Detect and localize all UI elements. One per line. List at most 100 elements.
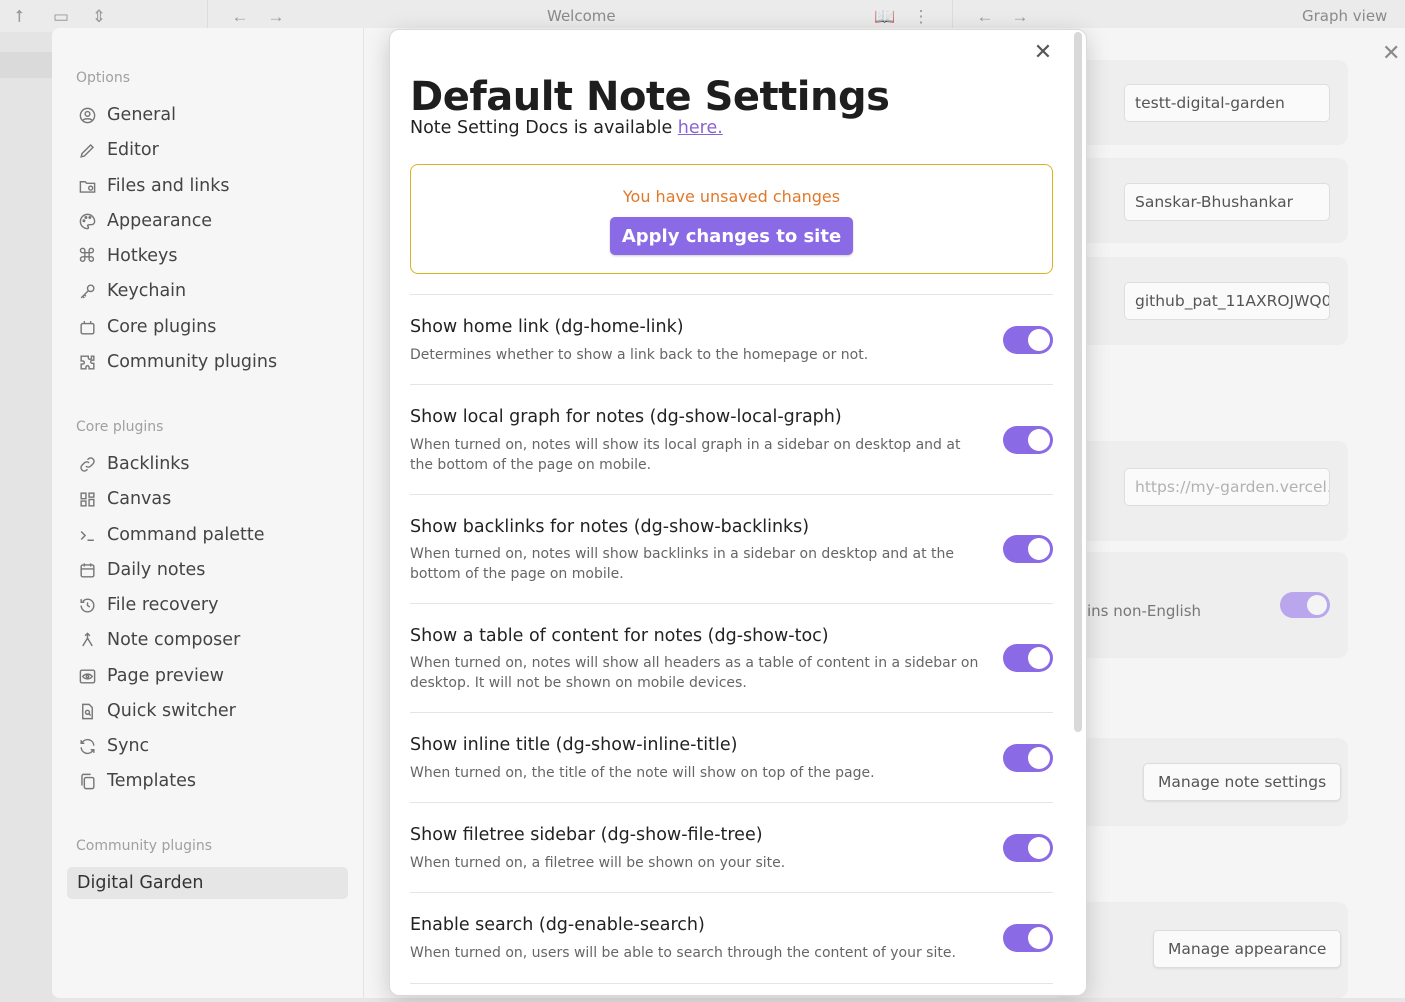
refresh-icon (77, 736, 97, 756)
pencil-icon (77, 140, 97, 160)
setting-row-inline-title: Show inline title (dg-show-inline-title)… (410, 712, 1053, 802)
calendar-icon (77, 560, 97, 580)
sidebar-item-backlinks[interactable]: Backlinks (67, 448, 348, 480)
scrollbar[interactable] (1074, 32, 1082, 732)
sidebar-item-digital-garden[interactable]: Digital Garden (67, 867, 348, 899)
sidebar-toggle-icon[interactable]: ▭ (50, 6, 72, 28)
close-icon[interactable]: ✕ (1031, 40, 1055, 64)
grid-icon (77, 489, 97, 509)
key-icon (77, 281, 97, 301)
sidebar-item-core-plugins[interactable]: Core plugins (67, 311, 348, 343)
sidebar-item-label: Backlinks (107, 454, 190, 474)
setting-description: When turned on, the title of the note wi… (410, 765, 875, 781)
default-note-settings-modal: ✕ Default Note Settings Note Setting Doc… (389, 29, 1087, 996)
enable-search-toggle[interactable] (1003, 924, 1053, 952)
sidebar-item-appearance[interactable]: Appearance (67, 205, 348, 237)
base-url-input[interactable]: https://my-garden.vercel.a (1124, 468, 1330, 506)
sidebar-item-canvas[interactable]: Canvas (67, 483, 348, 515)
expand-icon[interactable]: ⇕ (88, 6, 110, 28)
forward-arrow-icon[interactable]: → (265, 6, 287, 28)
setting-row-home-link: Show home link (dg-home-link) Determines… (410, 294, 1053, 384)
sidebar-item-label: File recovery (107, 595, 219, 615)
sidebar-item-general[interactable]: General (67, 99, 348, 131)
more-options-icon[interactable]: ⋮ (910, 6, 932, 28)
sidebar-item-hotkeys[interactable]: ⌘ Hotkeys (67, 240, 348, 272)
user-circle-icon (77, 105, 97, 125)
setting-row-backlinks: Show backlinks for notes (dg-show-backli… (410, 494, 1053, 603)
core-plugins-heading: Core plugins (76, 419, 164, 435)
sidebar-item-community-plugins[interactable]: Community plugins (67, 346, 348, 378)
apply-changes-button[interactable]: Apply changes to site (610, 217, 853, 255)
ribbon-highlight (0, 52, 52, 78)
setting-description: When turned on, a filetree will be shown… (410, 855, 786, 871)
file-tree-toggle[interactable] (1003, 834, 1053, 862)
sidebar-item-label: Sync (107, 736, 150, 756)
history-icon (77, 595, 97, 615)
toc-toggle[interactable] (1003, 644, 1053, 672)
palette-icon (77, 211, 97, 231)
sidebar-item-label: Digital Garden (77, 873, 204, 893)
divider (410, 983, 1053, 984)
unsaved-changes-box: You have unsaved changes Apply changes t… (410, 164, 1053, 274)
setting-name: Show backlinks for notes (dg-show-backli… (410, 517, 810, 537)
toggle-knob (1028, 927, 1050, 949)
sidebar-item-label: Canvas (107, 489, 172, 509)
forward-arrow-icon[interactable]: → (1009, 6, 1031, 28)
back-arrow-icon[interactable]: ← (229, 6, 251, 28)
copy-icon (77, 771, 97, 791)
command-icon: ⌘ (77, 245, 97, 267)
sidebar-item-keychain[interactable]: Keychain (67, 275, 348, 307)
terminal-icon (77, 525, 97, 545)
local-graph-toggle[interactable] (1003, 426, 1053, 454)
setting-name: Enable search (dg-enable-search) (410, 915, 705, 935)
sidebar-item-label: Community plugins (107, 352, 278, 372)
sidebar-item-label: Appearance (107, 211, 213, 231)
toggle-knob (1028, 538, 1050, 560)
sidebar-item-label: Keychain (107, 281, 187, 301)
sidebar-item-label: Core plugins (107, 317, 217, 337)
sidebar-item-templates[interactable]: Templates (67, 765, 348, 797)
username-input[interactable]: Sanskar-Bhushankar (1124, 183, 1330, 221)
close-settings-icon[interactable]: ✕ (1382, 40, 1400, 66)
back-arrow-icon[interactable]: ← (974, 6, 996, 28)
slugify-toggle[interactable] (1280, 592, 1330, 618)
sidebar-item-label: Templates (107, 771, 196, 791)
setting-description: Determines whether to show a link back t… (410, 347, 869, 363)
docs-text: Note Setting Docs is available (410, 118, 678, 138)
sidebar-item-sync[interactable]: Sync (67, 730, 348, 762)
backlinks-toggle[interactable] (1003, 535, 1053, 563)
sidebar-item-label: Note composer (107, 630, 241, 650)
sidebar-item-label: Page preview (107, 666, 224, 686)
file-search-icon (77, 701, 97, 721)
sort-icon[interactable]: ⭡ (8, 6, 30, 28)
sidebar-item-command-palette[interactable]: Command palette (67, 519, 348, 551)
folder-cog-icon (77, 176, 97, 196)
link-icon (77, 454, 97, 474)
toggle-knob (1028, 329, 1050, 351)
token-input[interactable]: github_pat_11AXROJWQ0 (1124, 282, 1330, 320)
repository-input[interactable]: testt-digital-garden (1124, 84, 1330, 122)
setting-row-enable-search: Enable search (dg-enable-search) When tu… (410, 892, 1053, 983)
sidebar-item-note-composer[interactable]: Note composer (67, 624, 348, 656)
docs-link[interactable]: here. (678, 118, 723, 138)
toggle-knob (1028, 647, 1050, 669)
setting-row-local-graph: Show local graph for notes (dg-show-loca… (410, 384, 1053, 494)
options-heading: Options (76, 70, 131, 86)
home-link-toggle[interactable] (1003, 326, 1053, 354)
sidebar-item-daily-notes[interactable]: Daily notes (67, 554, 348, 586)
sidebar-item-label: Editor (107, 140, 159, 160)
community-plugins-heading: Community plugins (76, 838, 213, 854)
manage-appearance-button[interactable]: Manage appearance (1153, 930, 1342, 968)
manage-note-settings-button[interactable]: Manage note settings (1143, 763, 1342, 801)
inline-title-toggle[interactable] (1003, 744, 1053, 772)
sidebar-item-quick-switcher[interactable]: Quick switcher (67, 695, 348, 727)
plug-icon (77, 317, 97, 337)
sidebar-item-page-preview[interactable]: Page preview (67, 660, 348, 692)
book-icon[interactable]: 📖 (874, 6, 896, 28)
sidebar-item-file-recovery[interactable]: File recovery (67, 589, 348, 621)
sidebar-item-editor[interactable]: Editor (67, 134, 348, 166)
toggle-knob (1028, 747, 1050, 769)
sidebar-item-label: Files and links (107, 176, 230, 196)
sidebar-item-files-and-links[interactable]: Files and links (67, 170, 348, 202)
toggle-knob (1028, 837, 1050, 859)
